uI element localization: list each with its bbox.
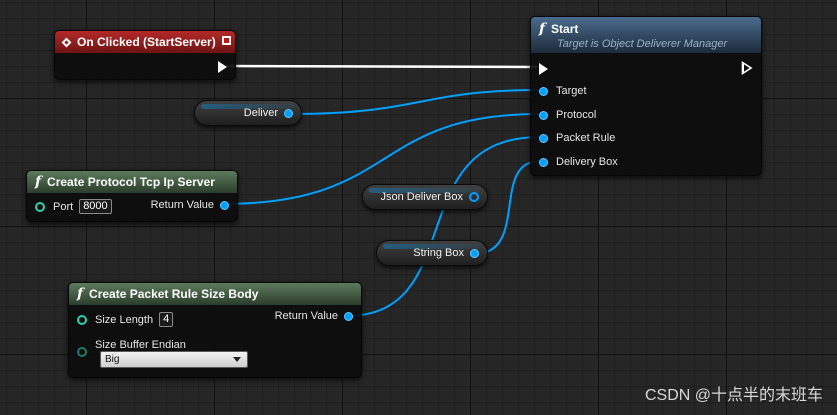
chevron-down-icon <box>233 357 241 362</box>
port-label: Port <box>53 200 74 213</box>
pin-delivery-box[interactable]: Delivery Box <box>539 156 618 168</box>
protocol-return-pin[interactable] <box>220 200 229 210</box>
create-packet-rule-title: Create Packet Rule Size Body <box>89 287 259 301</box>
watermark: CSDN @十点半的末班车 <box>644 387 823 404</box>
exec-in-pin[interactable] <box>539 63 548 75</box>
pin-packet-rule-label: Packet Rule <box>556 132 616 144</box>
pin-protocol[interactable]: Protocol <box>539 109 596 121</box>
function-icon: f <box>77 286 84 302</box>
wire-deliver-to-target <box>291 89 541 115</box>
json-deliver-box-node[interactable]: Json Deliver Box <box>362 184 488 210</box>
pin-target-label: Target <box>556 85 587 97</box>
string-box-node[interactable]: String Box <box>376 240 488 266</box>
pin-protocol-dot[interactable] <box>539 110 548 120</box>
start-node[interactable]: f Start Target is Object Deliverer Manag… <box>530 16 762 176</box>
exec-out-pin[interactable] <box>218 61 227 73</box>
port-value-field[interactable]: 8000 <box>79 199 112 214</box>
event-diamond-icon <box>61 37 72 47</box>
create-protocol-title: Create Protocol Tcp Ip Server <box>47 175 215 189</box>
start-subtitle: Target is Object Deliverer Manager <box>557 37 728 50</box>
on-clicked-header: On Clicked (StartServer) <box>55 31 235 53</box>
string-box-label: String Box <box>413 247 464 259</box>
endian-label: Size Buffer Endian <box>95 339 186 351</box>
on-clicked-title: On Clicked (StartServer) <box>77 35 216 49</box>
packet-rule-return-row[interactable]: Return Value <box>275 310 353 322</box>
string-box-out-pin[interactable] <box>470 248 479 258</box>
endian-dropdown-value: Big <box>105 354 120 365</box>
size-length-pin-row[interactable]: Size Length 4 <box>77 312 174 327</box>
size-length-pin[interactable] <box>77 314 87 325</box>
pin-delivery-box-label: Delivery Box <box>556 156 618 168</box>
exec-wire <box>225 64 539 69</box>
exec-out-outline-icon <box>741 61 753 75</box>
function-icon: f <box>35 174 42 190</box>
create-protocol-header: f Create Protocol Tcp Ip Server <box>27 171 237 193</box>
create-packet-rule-header: f Create Packet Rule Size Body <box>69 283 361 305</box>
pin-packet-rule-dot[interactable] <box>539 133 548 143</box>
size-length-label: Size Length <box>95 313 154 326</box>
start-header: f Start Target is Object Deliverer Manag… <box>531 17 761 53</box>
port-pin[interactable] <box>35 201 45 212</box>
endian-pin[interactable] <box>77 347 87 357</box>
wire-stringbox-to-deliverybox <box>473 160 541 255</box>
pin-target[interactable]: Target <box>539 85 587 97</box>
on-clicked-event-node[interactable]: On Clicked (StartServer) <box>54 30 236 80</box>
deliver-variable-node[interactable]: Deliver <box>194 100 302 126</box>
packet-rule-return-label: Return Value <box>274 310 338 322</box>
start-title: Start <box>551 21 579 36</box>
deliver-out-pin[interactable] <box>284 108 293 118</box>
pin-protocol-label: Protocol <box>556 109 597 121</box>
size-length-value-field[interactable]: 4 <box>159 312 174 327</box>
wire-packetrule-to-packetrule <box>345 136 541 317</box>
pin-packet-rule[interactable]: Packet Rule <box>539 132 615 144</box>
pin-delivery-box-dot[interactable] <box>539 157 548 167</box>
json-deliver-box-out-pin[interactable] <box>469 192 479 202</box>
port-pin-row[interactable]: Port 8000 <box>35 199 112 214</box>
endian-dropdown[interactable]: Big <box>100 351 248 368</box>
protocol-return-label: Return Value <box>150 199 214 211</box>
event-stop-icon <box>222 36 231 45</box>
create-protocol-node[interactable]: f Create Protocol Tcp Ip Server Port 800… <box>26 170 238 222</box>
packet-rule-return-pin[interactable] <box>344 311 353 321</box>
json-deliver-box-label: Json Deliver Box <box>380 191 463 203</box>
create-packet-rule-node[interactable]: f Create Packet Rule Size Body Size Leng… <box>68 282 362 378</box>
deliver-label: Deliver <box>243 107 278 119</box>
function-icon: f <box>539 20 546 37</box>
protocol-return-row[interactable]: Return Value <box>151 199 229 211</box>
pin-target-dot[interactable] <box>539 86 548 96</box>
